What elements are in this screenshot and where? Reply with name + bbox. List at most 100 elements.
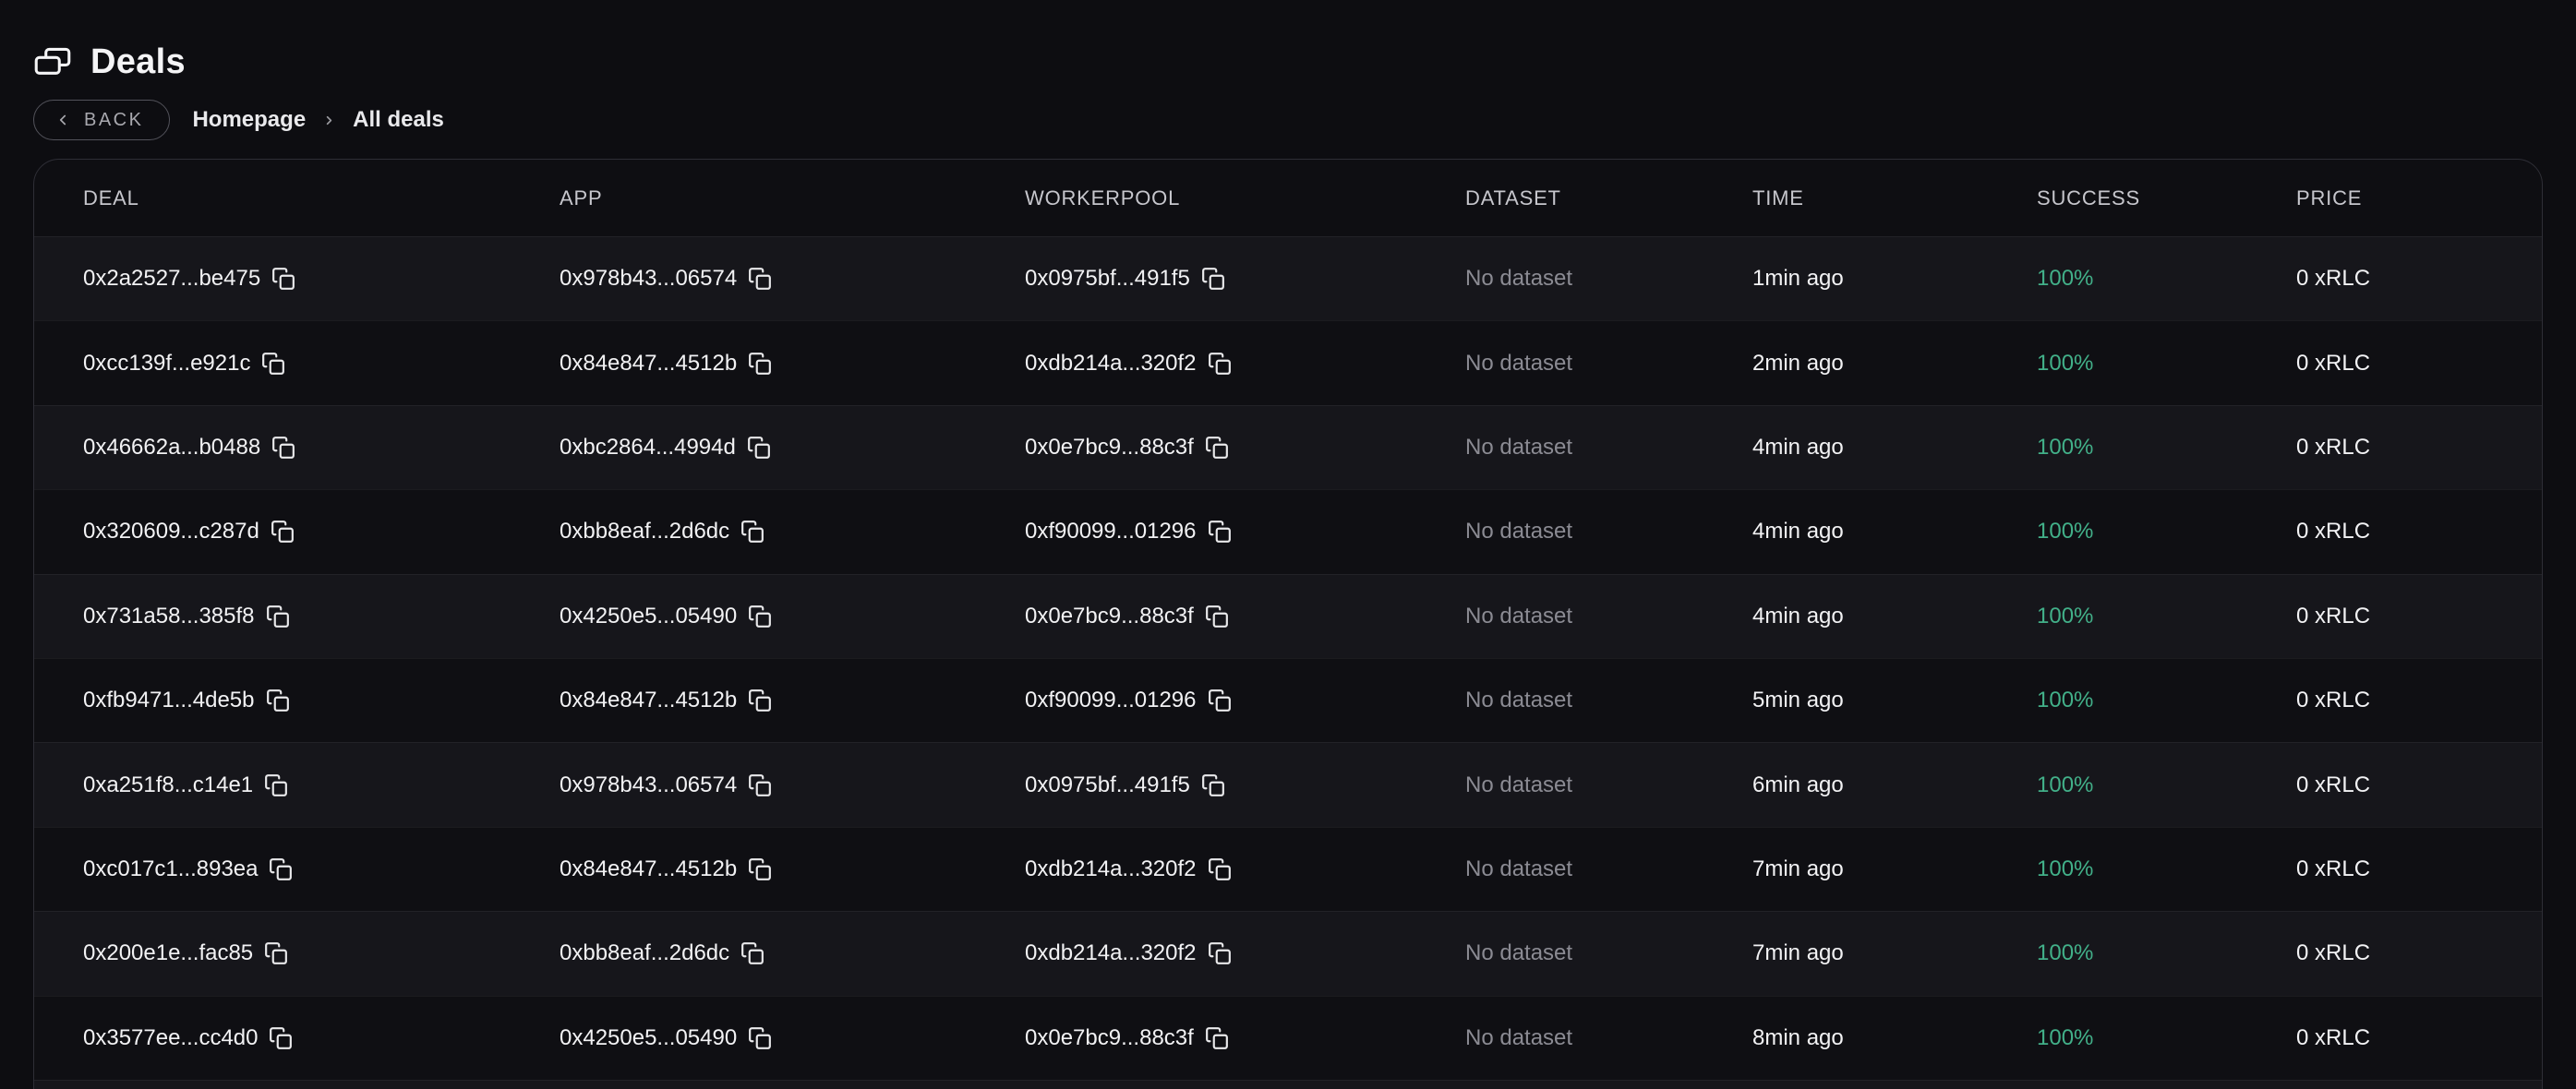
- app-hash[interactable]: 0x4250e5...05490: [560, 1025, 737, 1051]
- column-header-app: APP: [560, 186, 1025, 210]
- table-row: 0xfb9471...4de5b 0x84e847...4512b 0xf900…: [34, 658, 2542, 742]
- workerpool-hash[interactable]: 0x0975bf...491f5: [1025, 772, 1190, 798]
- copy-icon[interactable]: [748, 688, 772, 712]
- time-cell: 4min ago: [1752, 604, 2037, 629]
- workerpool-cell: 0x0e7bc9...88c3f: [1025, 435, 1465, 461]
- time-cell: 6min ago: [1752, 772, 2037, 798]
- copy-icon[interactable]: [261, 352, 285, 376]
- app-hash[interactable]: 0x978b43...06574: [560, 266, 737, 292]
- deal-hash[interactable]: 0xc017c1...893ea: [83, 856, 258, 882]
- dataset-cell: No dataset: [1465, 351, 1752, 377]
- copy-icon[interactable]: [271, 267, 295, 291]
- copy-icon[interactable]: [1208, 941, 1232, 965]
- column-header-dataset: DATASET: [1465, 186, 1752, 210]
- copy-icon[interactable]: [1201, 267, 1225, 291]
- price-cell: 0 xRLC: [2296, 435, 2542, 461]
- deal-hash[interactable]: 0x320609...c287d: [83, 519, 259, 544]
- deal-cell: 0x2a2527...be475: [83, 266, 560, 292]
- table-header-row: DEALAPPWORKERPOOLDATASETTIMESUCCESSPRICE: [34, 160, 2542, 236]
- copy-icon[interactable]: [748, 773, 772, 797]
- workerpool-hash[interactable]: 0x0e7bc9...88c3f: [1025, 1025, 1194, 1051]
- table-body: 0x2a2527...be475 0x978b43...06574 0x0975…: [34, 236, 2542, 1089]
- copy-icon[interactable]: [266, 604, 290, 628]
- dataset-cell: No dataset: [1465, 435, 1752, 461]
- price-cell: 0 xRLC: [2296, 1025, 2542, 1051]
- app-hash[interactable]: 0xbb8eaf...2d6dc: [560, 940, 729, 966]
- app-hash[interactable]: 0x84e847...4512b: [560, 351, 737, 377]
- copy-icon[interactable]: [1208, 688, 1232, 712]
- breadcrumb-item-homepage[interactable]: Homepage: [192, 107, 306, 133]
- workerpool-hash[interactable]: 0xdb214a...320f2: [1025, 856, 1197, 882]
- chevron-right-icon: [322, 114, 336, 127]
- copy-icon[interactable]: [264, 941, 288, 965]
- dataset-cell: No dataset: [1465, 519, 1752, 544]
- copy-icon[interactable]: [264, 773, 288, 797]
- deal-cell: 0x3577ee...cc4d0: [83, 1025, 560, 1051]
- deal-hash[interactable]: 0xfb9471...4de5b: [83, 688, 255, 713]
- app-hash[interactable]: 0x978b43...06574: [560, 772, 737, 798]
- copy-icon[interactable]: [271, 436, 295, 460]
- deal-hash[interactable]: 0x200e1e...fac85: [83, 940, 253, 966]
- workerpool-hash[interactable]: 0xf90099...01296: [1025, 688, 1197, 713]
- workerpool-hash[interactable]: 0x0975bf...491f5: [1025, 266, 1190, 292]
- deal-hash[interactable]: 0x731a58...385f8: [83, 604, 255, 629]
- app-hash[interactable]: 0xbc2864...4994d: [560, 435, 736, 461]
- workerpool-cell: 0x0975bf...491f5: [1025, 772, 1465, 798]
- copy-icon[interactable]: [269, 857, 293, 881]
- price-cell: 0 xRLC: [2296, 940, 2542, 966]
- app-cell: 0x978b43...06574: [560, 266, 1025, 292]
- page-header: Deals BACK Homepage All deals: [33, 42, 444, 141]
- copy-icon[interactable]: [748, 352, 772, 376]
- workerpool-hash[interactable]: 0xdb214a...320f2: [1025, 940, 1197, 966]
- price-cell: 0 xRLC: [2296, 519, 2542, 544]
- price-cell: 0 xRLC: [2296, 604, 2542, 629]
- price-cell: 0 xRLC: [2296, 856, 2542, 882]
- workerpool-cell: 0x0e7bc9...88c3f: [1025, 604, 1465, 629]
- workerpool-cell: 0x0975bf...491f5: [1025, 266, 1465, 292]
- copy-icon[interactable]: [748, 267, 772, 291]
- deal-hash[interactable]: 0xa251f8...c14e1: [83, 772, 253, 798]
- back-button-label: BACK: [84, 110, 143, 131]
- copy-icon[interactable]: [266, 688, 290, 712]
- page-title: Deals: [90, 42, 186, 82]
- copy-icon[interactable]: [1205, 1026, 1229, 1050]
- deal-hash[interactable]: 0x46662a...b0488: [83, 435, 260, 461]
- success-cell: 100%: [2037, 688, 2296, 713]
- copy-icon[interactable]: [1205, 436, 1229, 460]
- deal-hash[interactable]: 0x2a2527...be475: [83, 266, 260, 292]
- table-row: 0x2a2527...be475 0x978b43...06574 0x0975…: [34, 236, 2542, 320]
- workerpool-cell: 0xdb214a...320f2: [1025, 856, 1465, 882]
- time-cell: 8min ago: [1752, 1025, 2037, 1051]
- app-hash[interactable]: 0x84e847...4512b: [560, 856, 737, 882]
- deal-cell: 0x731a58...385f8: [83, 604, 560, 629]
- workerpool-hash[interactable]: 0x0e7bc9...88c3f: [1025, 604, 1194, 629]
- copy-icon[interactable]: [1208, 520, 1232, 544]
- copy-icon[interactable]: [748, 857, 772, 881]
- copy-icon[interactable]: [740, 520, 764, 544]
- copy-icon[interactable]: [1205, 604, 1229, 628]
- deal-hash[interactable]: 0x3577ee...cc4d0: [83, 1025, 258, 1051]
- app-hash[interactable]: 0xbb8eaf...2d6dc: [560, 519, 729, 544]
- copy-icon[interactable]: [748, 1026, 772, 1050]
- copy-icon[interactable]: [1208, 352, 1232, 376]
- workerpool-hash[interactable]: 0xdb214a...320f2: [1025, 351, 1197, 377]
- copy-icon[interactable]: [1201, 773, 1225, 797]
- deal-hash[interactable]: 0xcc139f...e921c: [83, 351, 250, 377]
- workerpool-hash[interactable]: 0xf90099...01296: [1025, 519, 1197, 544]
- app-hash[interactable]: 0x4250e5...05490: [560, 604, 737, 629]
- copy-icon[interactable]: [269, 1026, 293, 1050]
- back-button[interactable]: BACK: [33, 100, 170, 140]
- copy-icon[interactable]: [747, 436, 771, 460]
- app-hash[interactable]: 0x84e847...4512b: [560, 688, 737, 713]
- app-cell: 0x84e847...4512b: [560, 351, 1025, 377]
- price-cell: 0 xRLC: [2296, 688, 2542, 713]
- copy-icon[interactable]: [740, 941, 764, 965]
- copy-icon[interactable]: [1208, 857, 1232, 881]
- table-row: 0xc017c1...893ea 0x84e847...4512b 0xdb21…: [34, 827, 2542, 911]
- success-cell: 100%: [2037, 604, 2296, 629]
- copy-icon[interactable]: [748, 604, 772, 628]
- success-cell: 100%: [2037, 856, 2296, 882]
- copy-icon[interactable]: [271, 520, 295, 544]
- table-row: 0x46662a...b0488 0xbc2864...4994d 0x0e7b…: [34, 405, 2542, 489]
- workerpool-hash[interactable]: 0x0e7bc9...88c3f: [1025, 435, 1194, 461]
